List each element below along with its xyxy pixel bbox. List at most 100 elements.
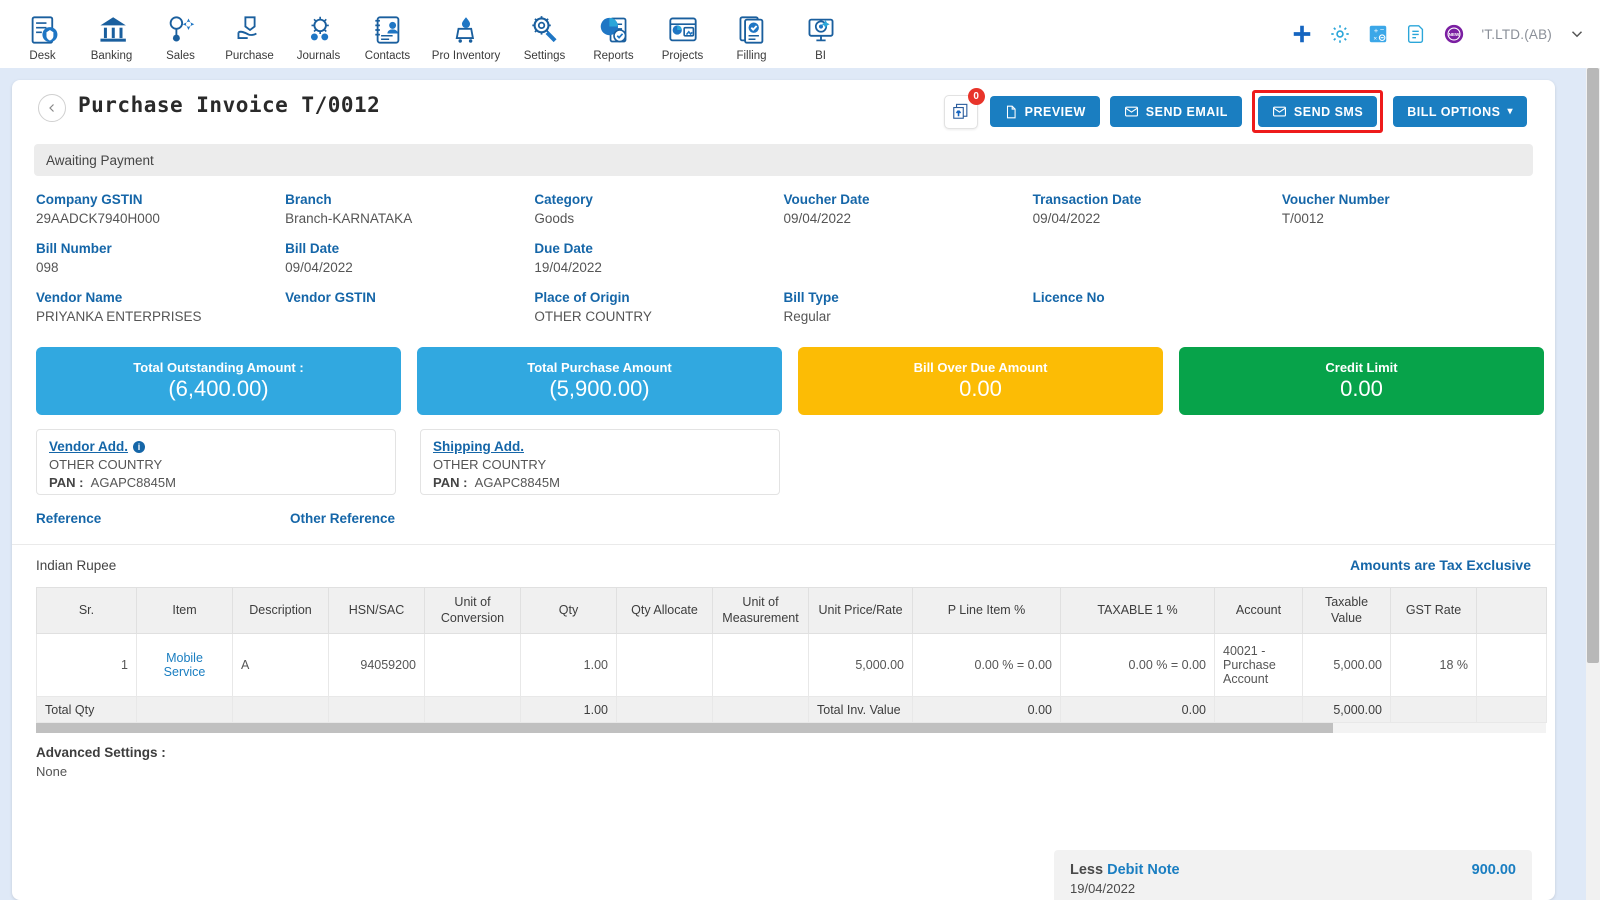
- preview-button[interactable]: PREVIEW: [989, 96, 1100, 127]
- summary-card-label: Total Outstanding Amount :: [133, 360, 304, 375]
- nav-item-contacts[interactable]: Contacts: [353, 7, 422, 62]
- nav-item-reports[interactable]: Reports: [579, 7, 648, 62]
- debit-note-link[interactable]: Debit Note: [1107, 862, 1180, 878]
- debit-note-amount: 900.00: [1471, 862, 1516, 878]
- nav-item-sales[interactable]: Sales: [146, 7, 215, 62]
- send-sms-button[interactable]: SEND SMS: [1257, 96, 1378, 127]
- nav-item-label: Contacts: [364, 49, 411, 62]
- field-category: Category Goods: [534, 192, 783, 227]
- nav-item-label: Projects: [661, 49, 704, 62]
- calculator-icon[interactable]: + − ×: [1367, 23, 1389, 45]
- cell-gst-rate: 18 %: [1390, 633, 1477, 698]
- field-label: Bill Type: [783, 290, 839, 305]
- table-horizontal-scrollbar[interactable]: [36, 723, 1546, 734]
- address-title-link[interactable]: Shipping Add.: [433, 439, 524, 454]
- column-header-taxable-1: TAXABLE 1 %: [1060, 586, 1215, 635]
- reference-row: Reference Other Reference: [36, 511, 1555, 526]
- column-header-gst-rate: GST Rate: [1390, 586, 1477, 635]
- header-action-buttons: 0 PREVIEW SEND EMAIL SEND SMS BILL OPTIO…: [943, 87, 1527, 133]
- upload-attachments: 0: [943, 87, 985, 129]
- totals-blank-4: [424, 696, 521, 724]
- nav-item-bi[interactable]: BI: [786, 7, 855, 62]
- field-value: [1033, 309, 1282, 325]
- address-box-vendor-add: Vendor Add. i OTHER COUNTRY PAN : AGAPC8845…: [36, 429, 396, 495]
- info-icon[interactable]: i: [133, 440, 146, 453]
- cell-unit-of-conversion: [424, 633, 521, 698]
- chevron-down-icon[interactable]: [1568, 25, 1586, 43]
- bill-options-button[interactable]: BILL OPTIONS ▾: [1393, 96, 1527, 127]
- currency-label: Indian Rupee: [36, 557, 117, 573]
- nav-item-label: Filling: [736, 49, 767, 62]
- debit-note-prefix: Less: [1070, 862, 1104, 878]
- nav-item-desk[interactable]: Desk: [8, 7, 77, 62]
- address-title-link[interactable]: Vendor Add. i: [49, 439, 146, 454]
- summary-card-label: Bill Over Due Amount: [913, 360, 1048, 375]
- field-label: Voucher Date: [783, 192, 870, 207]
- cell-qty-allocate: [616, 633, 713, 698]
- sales-icon: [166, 11, 196, 49]
- cell-item[interactable]: Mobile Service: [136, 633, 233, 698]
- nav-item-filling[interactable]: Filling: [717, 7, 786, 62]
- column-header-label: Unit of Measurement: [722, 595, 799, 625]
- field-empty-17: [1282, 290, 1531, 325]
- tax-exclusive-note: Amounts are Tax Exclusive: [1349, 557, 1531, 573]
- document-icon: [1004, 105, 1018, 119]
- column-header-unit-price-rate: Unit Price/Rate: [808, 586, 913, 635]
- cell-unit-of-measurement: [712, 633, 809, 698]
- field-empty-9: [784, 241, 1033, 276]
- status-text: Awaiting Payment: [46, 152, 154, 168]
- page-vertical-scrollbar-thumb[interactable]: [1587, 68, 1599, 663]
- notes-icon[interactable]: [1405, 23, 1427, 45]
- totals-taxable-value: 5,000.00: [1302, 696, 1391, 724]
- page-title: Purchase Invoice T/0012: [78, 93, 381, 117]
- gear-icon[interactable]: [1329, 23, 1351, 45]
- column-header-label: GST Rate: [1405, 602, 1462, 617]
- nav-item-pro-inventory[interactable]: Pro Inventory: [422, 7, 510, 62]
- address-line: OTHER COUNTRY: [433, 457, 547, 472]
- page-vertical-scrollbar[interactable]: [1586, 68, 1600, 900]
- field-value: [1033, 245, 1282, 261]
- address-title-text: Shipping Add.: [433, 439, 524, 454]
- cell-p-line-item: 0.00 % = 0.00: [912, 633, 1061, 698]
- totals-blank-7: [1214, 696, 1303, 724]
- column-header-label: Account: [1235, 602, 1282, 617]
- column-header-blank: [1476, 586, 1547, 635]
- nav-item-purchase[interactable]: Purchase: [215, 7, 284, 62]
- summary-card-total-purchase-amount: Total Purchase Amount (5,900.00): [417, 347, 782, 415]
- line-items-table-wrapper: Sr. Item Description HSN/SAC Unit of Convers…: [36, 586, 1547, 734]
- filling-icon: [737, 11, 767, 49]
- nav-item-label: Desk: [29, 49, 56, 62]
- cell-sr: 1: [36, 633, 137, 698]
- svg-text:−: −: [1380, 25, 1384, 34]
- column-header-label: Description: [249, 602, 312, 617]
- nav-item-journals[interactable]: Journals: [284, 7, 353, 62]
- summary-cards: Total Outstanding Amount : (6,400.00) Tota…: [36, 347, 1544, 415]
- banking-icon: [97, 11, 127, 49]
- field-value: OTHER COUNTRY: [534, 309, 652, 324]
- add-plus-icon[interactable]: [1291, 23, 1313, 45]
- summary-card-value: 0.00: [1340, 376, 1383, 401]
- nav-item-settings[interactable]: Settings: [510, 7, 579, 62]
- send-sms-highlight-box: SEND SMS: [1251, 90, 1384, 133]
- company-name-label: 'T.LTD.(AB): [1481, 26, 1552, 42]
- nav-item-label: Journals: [296, 49, 341, 62]
- field-value: 09/04/2022: [1032, 211, 1101, 226]
- field-value: 098: [36, 260, 59, 275]
- nav-item-banking[interactable]: Banking: [77, 7, 146, 62]
- column-header-label: P Line Item %: [947, 602, 1026, 617]
- table-horizontal-scrollbar-thumb[interactable]: [36, 723, 1333, 734]
- summary-card-label: Credit Limit: [1325, 360, 1398, 375]
- field-value: 09/04/2022: [783, 211, 852, 226]
- column-header-unit-of-measurement: Unit of Measurement: [712, 586, 809, 635]
- field-label: Branch: [285, 192, 332, 207]
- send-email-button[interactable]: SEND EMAIL: [1109, 96, 1242, 127]
- field-label: Bill Date: [285, 241, 340, 256]
- back-button[interactable]: [38, 94, 66, 122]
- address-pan: PAN : AGAPC8845M: [433, 475, 767, 490]
- pan-label: PAN :: [49, 475, 84, 490]
- nav-item-projects[interactable]: Projects: [648, 7, 717, 62]
- envelope-icon: [1124, 104, 1139, 119]
- new-badge-icon[interactable]: NEW: [1443, 23, 1465, 45]
- totals-blank-2: [232, 696, 329, 724]
- pan-label: PAN :: [433, 475, 468, 490]
